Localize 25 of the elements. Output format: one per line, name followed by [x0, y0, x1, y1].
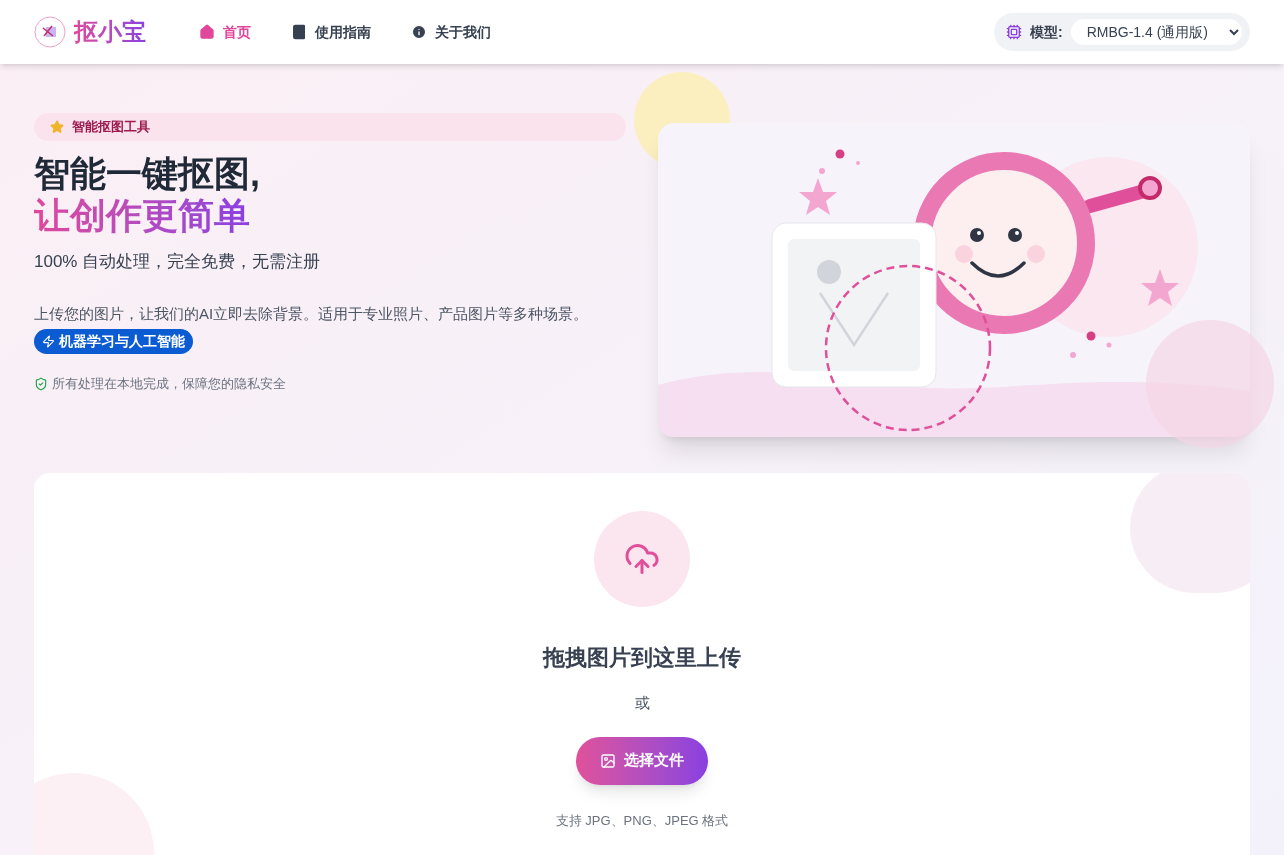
image-icon: [600, 752, 616, 769]
model-label: 模型:: [1030, 23, 1063, 42]
hero-subtitle: 100% 自动处理，完全免费，无需注册: [34, 251, 322, 273]
privacy-note: 所有处理在本地完成，保障您的隐私安全: [52, 375, 286, 393]
star-icon: [50, 120, 64, 134]
or-text: 或: [634, 693, 650, 713]
home-icon: [199, 24, 215, 40]
hero-description: 上传您的图片，让我们的AI立即去除背景。适用于专业照片、产品图片等多种场景。: [34, 303, 590, 324]
hero-title: 智能一键抠图,: [34, 153, 261, 195]
model-dropdown[interactable]: RMBG-1.4 (通用版): [1070, 19, 1242, 45]
lightning-icon: [42, 335, 55, 348]
choose-file-button[interactable]: 选择文件: [576, 736, 708, 785]
format-hint: 支持 JPG、PNG、JPEG 格式: [555, 811, 729, 830]
shield-icon: [34, 376, 48, 391]
upload-title: 拖拽图片到这里上传: [543, 644, 741, 672]
logo-icon: [34, 16, 66, 48]
cloud-upload-icon: [624, 541, 660, 577]
info-icon: [411, 24, 427, 40]
nav-link[interactable]: 使用指南: [291, 22, 371, 42]
nav-link[interactable]: 首页: [199, 22, 251, 42]
nav-link[interactable]: 关于我们: [411, 22, 491, 42]
badge-text: 智能抠图工具: [72, 118, 150, 137]
hero-title-highlight: 让创作更简单: [34, 195, 250, 237]
chip-icon: [1006, 24, 1022, 40]
tag-text: 机器学习与人工智能: [59, 332, 185, 351]
